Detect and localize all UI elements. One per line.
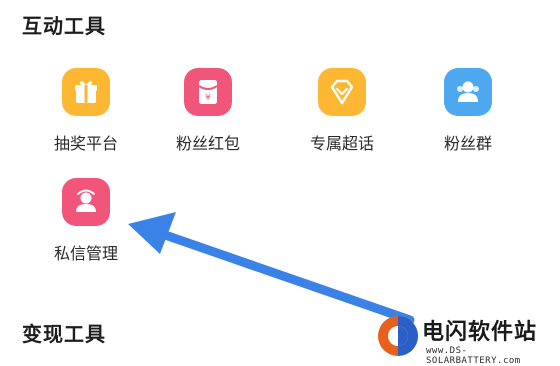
watermark-url: www.DS-SOLARBATTERY.com xyxy=(426,346,521,366)
watermark: 电闪软件站 www.DS-SOLARBATTERY.com xyxy=(372,306,560,366)
watermark-name: 电闪软件站 xyxy=(422,320,538,345)
site-logo-icon xyxy=(378,316,418,356)
